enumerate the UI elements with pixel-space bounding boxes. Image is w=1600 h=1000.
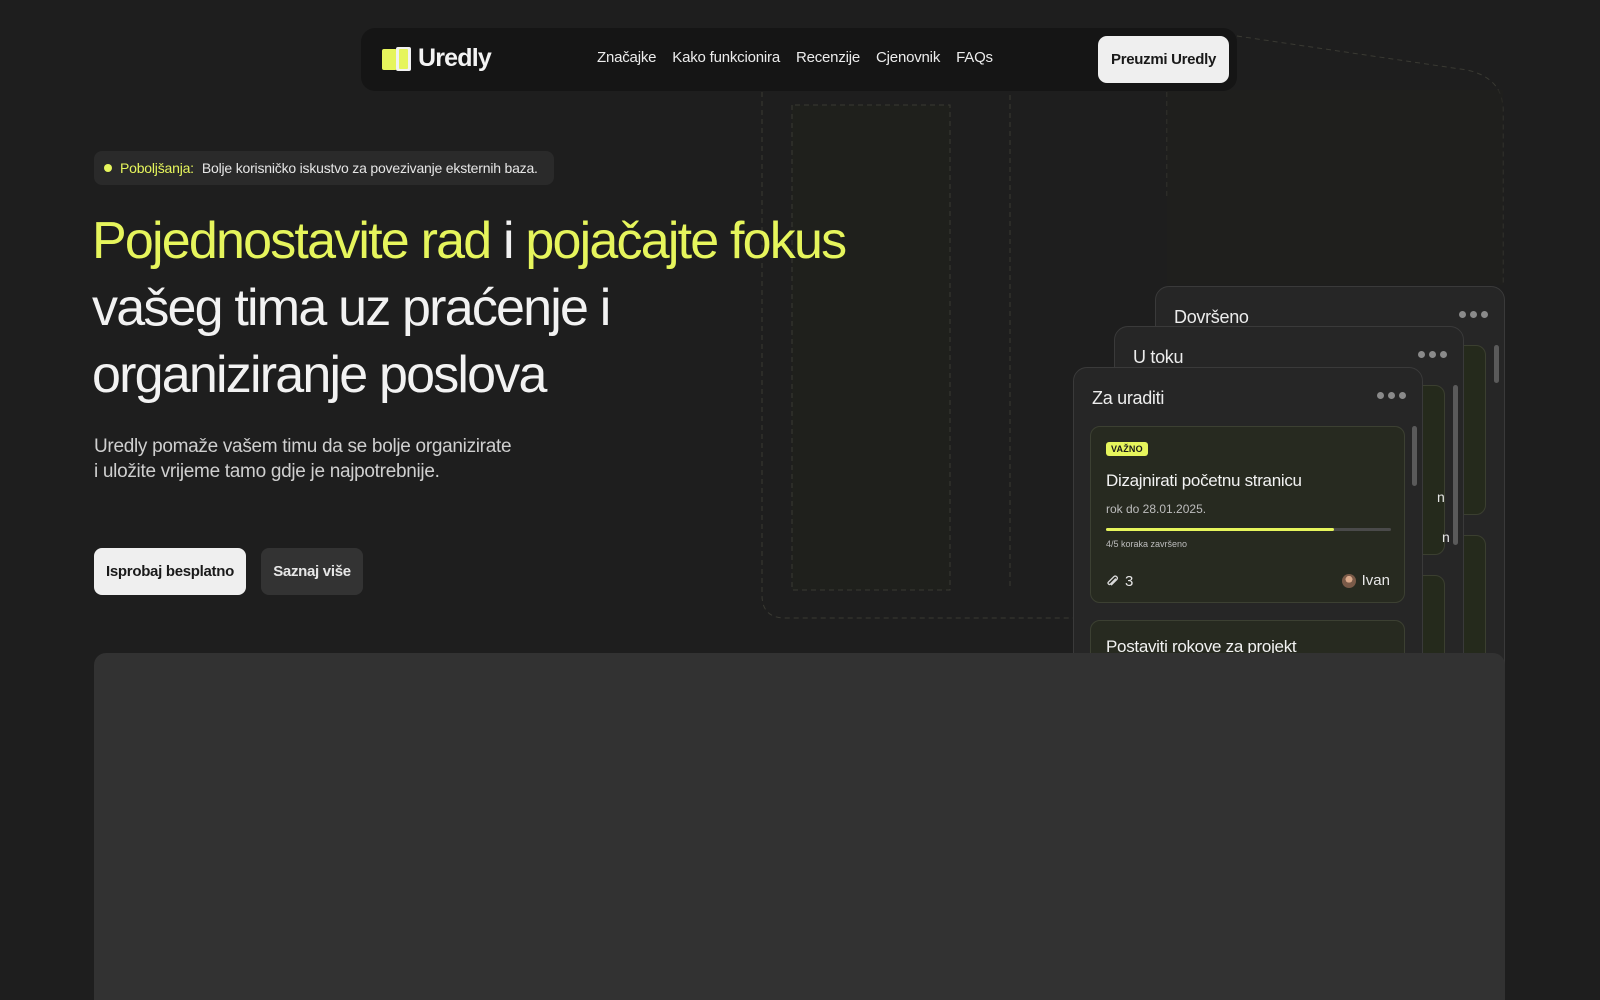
nav-link-how-it-works[interactable]: Kako funkcionira (672, 49, 780, 66)
hero-title-highlight-1: Pojednostavite rad (92, 212, 492, 270)
task-card[interactable]: VAŽNO Dizajnirati početnu stranicu rok d… (1090, 426, 1405, 603)
status-dot-icon (104, 164, 112, 172)
attachment-count: 3 (1125, 573, 1134, 590)
paperclip-icon (1107, 575, 1119, 586)
more-options-icon[interactable] (1418, 351, 1447, 358)
top-navbar: Uredly Značajke Kako funkcionira Recenzi… (361, 28, 1237, 91)
hero-subtitle: Uredly pomaže vašem timu da se bolje org… (94, 434, 614, 484)
logo-icon (382, 46, 411, 71)
download-button[interactable]: Preuzmi Uredly (1098, 36, 1229, 83)
more-options-icon[interactable] (1377, 392, 1406, 399)
task-progress-label: 4/5 koraka završeno (1106, 539, 1188, 549)
product-preview-panel (94, 653, 1505, 1000)
nav-link-pricing[interactable]: Cjenovnik (876, 49, 940, 66)
nav-link-features[interactable]: Značajke (597, 49, 656, 66)
announcement-tag: Poboljšanja: (120, 160, 194, 176)
hero-title-connector: i (490, 212, 526, 270)
brand-name: Uredly (418, 44, 492, 72)
task-attachments[interactable]: 3 (1106, 573, 1133, 590)
learn-more-button[interactable]: Saznaj više (261, 548, 363, 595)
column-scrollbar[interactable] (1453, 385, 1458, 545)
announcement-text: Bolje korisničko iskustvo za povezivanje… (201, 160, 538, 176)
try-free-button[interactable]: Isprobaj besplatno (94, 548, 246, 595)
task-title: Dizajnirati početnu stranicu (1106, 471, 1302, 490)
avatar (1341, 573, 1356, 588)
card-text-fragment: n (1437, 489, 1445, 505)
announcement-pill[interactable]: Poboljšanja: Bolje korisničko iskustvo z… (94, 151, 554, 185)
more-options-icon[interactable] (1459, 311, 1488, 318)
priority-badge: VAŽNO (1106, 442, 1148, 456)
hero-title-rest: vašeg tima uz praćenje i organiziranje p… (92, 279, 611, 404)
hero-subtitle-line-1: Uredly pomaže vašem timu da se bolje org… (94, 436, 512, 457)
assignee-name: Ivan (1361, 572, 1390, 589)
nav-link-reviews[interactable]: Recenzije (796, 49, 860, 66)
column-title: U toku (1133, 347, 1184, 367)
column-title: Za uraditi (1092, 388, 1165, 408)
task-due-date: rok do 28.01.2025. (1106, 502, 1207, 516)
column-title: Dovršeno (1174, 307, 1249, 327)
hero-title-highlight-2: pojačajte fokus (525, 212, 847, 270)
task-assignee[interactable]: Ivan (1341, 572, 1390, 589)
column-scrollbar[interactable] (1494, 345, 1499, 383)
column-scrollbar[interactable] (1412, 426, 1417, 486)
card-text-fragment: n (1442, 529, 1450, 545)
nav-links: Značajke Kako funkcionira Recenzije Cjen… (597, 49, 993, 66)
nav-link-faqs[interactable]: FAQs (956, 49, 993, 66)
task-progress-fill (1106, 528, 1334, 531)
brand-logo[interactable]: Uredly (381, 44, 492, 73)
task-progress-bar (1106, 528, 1391, 531)
hero-subtitle-line-2: i uložite vrijeme tamo gdje je najpotreb… (94, 461, 440, 482)
hero-title: Pojednostavite rad i pojačajte fokus vaš… (92, 208, 852, 409)
